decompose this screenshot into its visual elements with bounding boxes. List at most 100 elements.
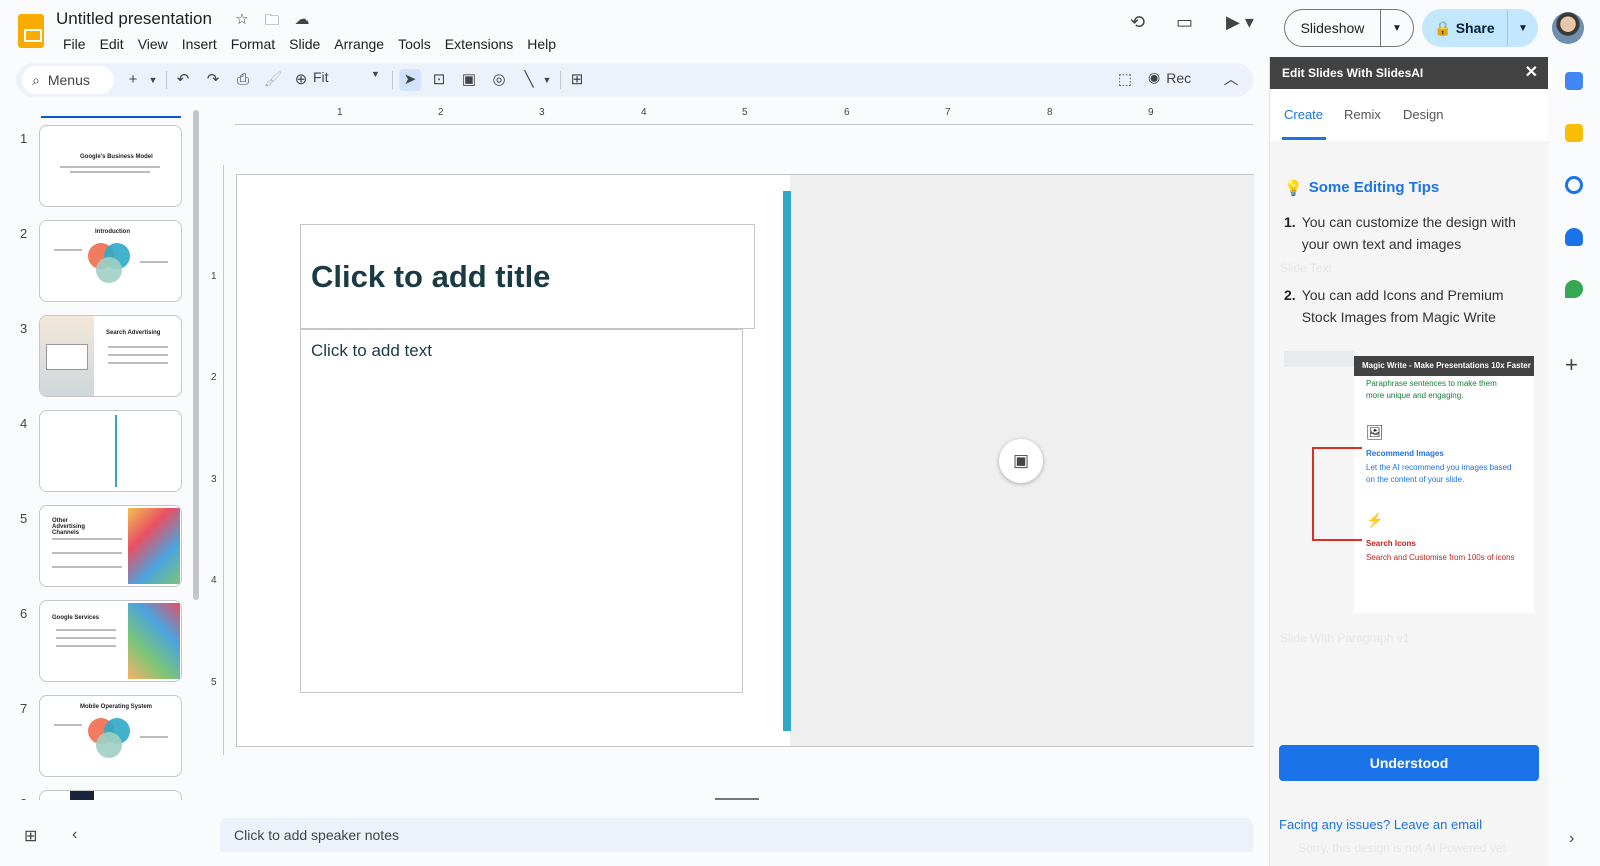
title-actions: ☆ 🗀 ☁: [232, 10, 312, 35]
slide-thumbnail[interactable]: Mobile Operating System: [39, 695, 182, 777]
close-icon[interactable]: ✕: [1525, 57, 1538, 89]
thumb-image: [128, 603, 180, 679]
slide-thumbnail-row[interactable]: 3 Search Advertising: [0, 315, 200, 399]
slides-logo-icon[interactable]: [18, 14, 44, 48]
magic-header: Magic Write - Make Presentations 10x Fas…: [1354, 356, 1534, 376]
menu-view[interactable]: View: [131, 34, 175, 54]
understood-button[interactable]: Understood: [1279, 745, 1539, 781]
insert-image-button[interactable]: ▣: [999, 439, 1043, 483]
slide-thumbnail-row[interactable]: 8: [0, 790, 200, 800]
filmstrip-scrollbar[interactable]: [193, 110, 199, 600]
insert-image-icon[interactable]: ▣: [458, 69, 480, 91]
slide-thumbnail-row[interactable]: 6 Google Services: [0, 600, 200, 684]
share-button[interactable]: 🔒 Share ▼: [1422, 9, 1538, 47]
comments-icon[interactable]: ▭: [1176, 12, 1193, 33]
side-rail: + ›: [1555, 60, 1600, 866]
thumb-text-line: [108, 354, 168, 356]
arrow-bracket: [1312, 447, 1362, 541]
slide-thumbnail-row[interactable]: 5 Other Advertising Channels: [0, 505, 200, 589]
menu-arrange[interactable]: Arrange: [327, 34, 391, 54]
select-tool-icon[interactable]: ➤: [399, 69, 421, 91]
keep-icon[interactable]: [1565, 124, 1583, 142]
slide-thumbnail[interactable]: Google Services: [39, 600, 182, 682]
print-icon[interactable]: ⎙: [232, 69, 254, 91]
horizontal-ruler: 1 2 3 4 5 6 7 8 9: [235, 107, 1253, 125]
recommend-title: Recommend Images: [1366, 449, 1444, 458]
slide-thumbnail[interactable]: Search Advertising: [39, 315, 182, 397]
slide-thumbnail[interactable]: [39, 410, 182, 492]
slideshow-dropdown-icon[interactable]: ▼: [1381, 23, 1413, 34]
slide-thumbnail-row[interactable]: 4: [0, 410, 200, 494]
menu-bar: File Edit View Insert Format Slide Arran…: [56, 34, 563, 54]
redo-icon[interactable]: ↷: [202, 69, 224, 91]
menus-search[interactable]: ⌕ Menus: [22, 66, 114, 94]
text-box-icon[interactable]: ⊡: [428, 69, 450, 91]
contacts-icon[interactable]: [1565, 228, 1583, 246]
slide-thumbnail[interactable]: Google's Business Model: [39, 125, 182, 207]
share-dropdown-icon[interactable]: ▼: [1508, 23, 1538, 34]
rec-button[interactable]: ◉ Rec: [1148, 69, 1191, 86]
vertical-ruler: 1 2 3 4 5: [208, 165, 224, 755]
slide-image-icon[interactable]: ⬚: [1114, 69, 1136, 91]
ruler-label: 4: [211, 575, 217, 586]
meet-icon[interactable]: ▶ ▾: [1226, 12, 1254, 33]
add-addon-icon[interactable]: +: [1565, 352, 1578, 378]
thumb-text-line: [70, 171, 150, 173]
ruler-label: 8: [1047, 107, 1053, 118]
slide-thumbnail-row[interactable]: 1 Google's Business Model: [0, 125, 200, 209]
cloud-status-icon[interactable]: ☁: [292, 10, 312, 35]
version-history-icon[interactable]: ⟲: [1130, 12, 1145, 33]
menu-tools[interactable]: Tools: [391, 34, 438, 54]
undo-icon[interactable]: ↶: [172, 69, 194, 91]
maps-icon[interactable]: [1565, 280, 1583, 298]
tab-design[interactable]: Design: [1403, 107, 1443, 122]
slideshow-button[interactable]: Slideshow ▼: [1284, 9, 1414, 47]
share-label[interactable]: 🔒 Share: [1422, 10, 1508, 46]
new-slide-dropdown-icon[interactable]: ▼: [142, 69, 164, 91]
expand-panel-icon[interactable]: ›: [1569, 830, 1574, 848]
new-slide-button[interactable]: +: [122, 69, 144, 91]
tasks-icon[interactable]: [1565, 176, 1583, 194]
menu-insert[interactable]: Insert: [175, 34, 224, 54]
thumb-image: [70, 791, 94, 800]
menu-format[interactable]: Format: [224, 34, 282, 54]
slide-thumbnail[interactable]: Introduction: [39, 220, 182, 302]
slide-canvas[interactable]: Click to add title Click to add text ▣: [236, 174, 1254, 747]
zoom-select[interactable]: Fit ▼: [313, 69, 380, 85]
calendar-icon[interactable]: [1565, 72, 1583, 90]
speaker-notes-placeholder: Click to add speaker notes: [234, 827, 399, 843]
tab-remix[interactable]: Remix: [1344, 107, 1381, 122]
add-comment-icon[interactable]: ⊞: [566, 69, 588, 91]
thumb-title: Google's Business Model: [80, 154, 153, 160]
paint-format-icon[interactable]: 🖌: [262, 69, 284, 91]
slide-thumbnail-row[interactable]: 2 Introduction: [0, 220, 200, 304]
menu-slide[interactable]: Slide: [282, 34, 327, 54]
slide-thumbnail[interactable]: Other Advertising Channels: [39, 505, 182, 587]
avatar[interactable]: [1552, 12, 1584, 44]
tab-create[interactable]: Create: [1284, 107, 1323, 122]
menu-extensions[interactable]: Extensions: [438, 34, 520, 54]
slide-thumbnail[interactable]: [39, 790, 182, 800]
collapse-toolbar-icon[interactable]: ︿: [1220, 69, 1242, 91]
slideshow-label[interactable]: Slideshow: [1285, 10, 1381, 46]
collapse-filmstrip-icon[interactable]: ‹: [72, 826, 77, 844]
document-title[interactable]: Untitled presentation: [56, 9, 212, 29]
title-placeholder[interactable]: Click to add title: [300, 224, 755, 329]
shape-icon[interactable]: ◎: [488, 69, 510, 91]
speaker-notes[interactable]: Click to add speaker notes: [220, 818, 1253, 852]
move-folder-icon[interactable]: 🗀: [262, 10, 282, 35]
body-placeholder[interactable]: Click to add text: [300, 329, 743, 693]
menu-edit[interactable]: Edit: [93, 34, 131, 54]
grid-view-icon[interactable]: ⊞: [24, 826, 37, 846]
notes-resize-handle[interactable]: [715, 798, 759, 800]
star-icon[interactable]: ☆: [232, 10, 252, 35]
thumb-text-line: [56, 637, 116, 639]
zoom-icon[interactable]: ⊕: [290, 69, 312, 91]
slide-thumbnail-row[interactable]: 7 Mobile Operating System: [0, 695, 200, 779]
menu-file[interactable]: File: [56, 34, 93, 54]
search-icon: ⌕: [32, 71, 40, 88]
line-dropdown-icon[interactable]: ▼: [536, 69, 558, 91]
menu-help[interactable]: Help: [520, 34, 563, 54]
accent-bar[interactable]: [783, 191, 791, 731]
issues-link[interactable]: Facing any issues? Leave an email: [1279, 817, 1482, 832]
